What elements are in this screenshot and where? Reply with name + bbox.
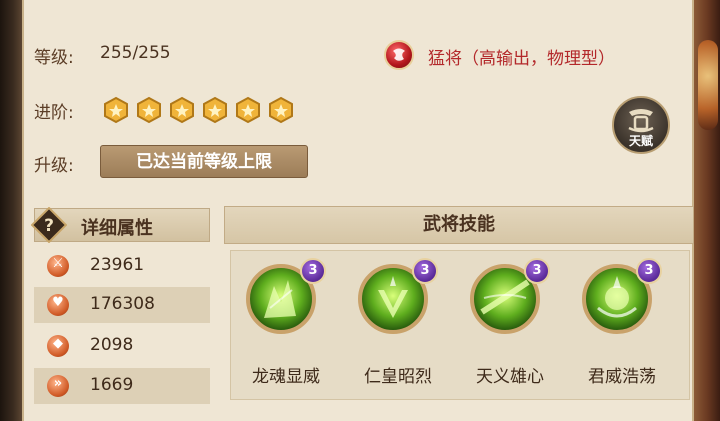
defense-icon: ◆ bbox=[47, 335, 69, 357]
left-background-edge bbox=[0, 0, 22, 421]
lantern-decoration bbox=[698, 40, 718, 130]
advance-star-icon bbox=[137, 96, 161, 124]
attribute-value: 23961 bbox=[90, 255, 145, 275]
skill-name: 天义雄心 bbox=[476, 367, 544, 387]
skill-name: 仁皇昭烈 bbox=[364, 367, 432, 387]
advance-star-icon bbox=[203, 96, 227, 124]
level-value: 255/255 bbox=[100, 43, 171, 63]
attributes-title: 详细属性 bbox=[81, 218, 153, 239]
attribute-row-speed: » 1669 bbox=[34, 368, 210, 404]
talent-button[interactable]: 天赋 bbox=[612, 96, 670, 154]
hero-info-panel: 等级: 255/255 猛将（高输出，物理型） 进阶: 天赋 升级: 已达当前等… bbox=[22, 0, 694, 421]
attack-icon: ⚔ bbox=[47, 255, 69, 277]
red-orb-icon bbox=[384, 40, 414, 70]
advance-label: 进阶: bbox=[34, 103, 74, 123]
level-label: 等级: bbox=[34, 48, 74, 68]
advance-star-icon bbox=[170, 96, 194, 124]
skills-title: 武将技能 bbox=[423, 214, 495, 235]
speed-icon: » bbox=[47, 375, 69, 397]
skill-name: 君威浩荡 bbox=[588, 367, 656, 387]
attributes-header[interactable]: ? 详细属性 bbox=[31, 207, 210, 243]
right-background-edge bbox=[694, 0, 720, 421]
skill-level-badge: 3 bbox=[524, 258, 550, 284]
talent-label: 天赋 bbox=[628, 134, 653, 148]
skill-level-badge: 3 bbox=[412, 258, 438, 284]
attribute-row-attack: ⚔ 23961 bbox=[34, 248, 210, 284]
talent-emblem-icon bbox=[628, 109, 654, 133]
svg-text:?: ? bbox=[44, 216, 54, 236]
advance-stars bbox=[102, 96, 295, 124]
skill-name: 龙魂显威 bbox=[252, 367, 320, 387]
hero-type-text: 猛将（高输出，物理型） bbox=[428, 49, 615, 69]
attribute-value: 2098 bbox=[90, 335, 134, 355]
level-max-button[interactable]: 已达当前等级上限 bbox=[100, 145, 308, 178]
skill-level-badge: 3 bbox=[636, 258, 662, 284]
attribute-value: 176308 bbox=[90, 294, 155, 314]
advance-star-icon bbox=[104, 96, 128, 124]
upgrade-label: 升级: bbox=[34, 156, 74, 176]
skill-level-badge: 3 bbox=[300, 258, 326, 284]
skills-header: 武将技能 bbox=[224, 206, 694, 244]
question-mark-icon[interactable]: ? bbox=[31, 207, 67, 243]
attribute-row-defense: ◆ 2098 bbox=[34, 328, 210, 364]
heart-icon: ♥ bbox=[47, 294, 69, 316]
attribute-row-health: ♥ 176308 bbox=[34, 287, 210, 323]
advance-star-icon bbox=[269, 96, 293, 124]
attribute-value: 1669 bbox=[90, 375, 134, 395]
advance-star-icon bbox=[236, 96, 260, 124]
